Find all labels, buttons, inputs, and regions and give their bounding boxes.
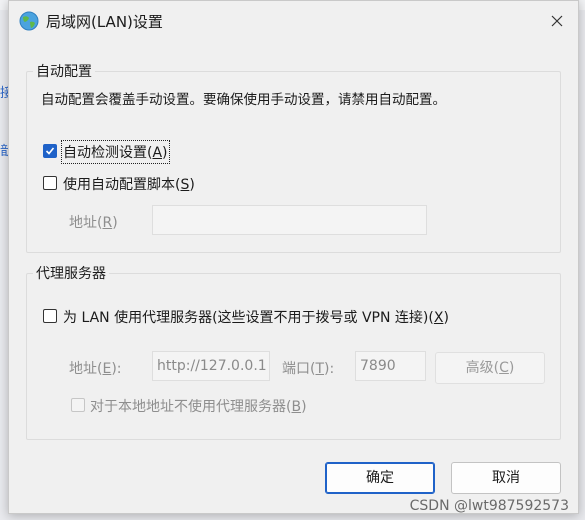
watermark: CSDN @lwt987592573 xyxy=(409,498,569,514)
proxy-port-label: 端口(T): xyxy=(282,361,335,377)
close-icon xyxy=(551,15,563,27)
auto-config-legend: 自动配置 xyxy=(36,64,92,80)
close-button[interactable] xyxy=(542,7,572,35)
script-address-input[interactable] xyxy=(152,205,427,235)
use-proxy-label[interactable]: 为 LAN 使用代理服务器(这些设置不用于拨号或 VPN 连接)(X) xyxy=(63,307,449,327)
lan-settings-dialog: 局域网(LAN)设置 自动配置 自动配置会覆盖手动设置。要确保使用手动设置，请禁… xyxy=(8,0,579,514)
use-script-label[interactable]: 使用自动配置脚本(S) xyxy=(63,174,195,194)
proxy-port-input[interactable]: 7890 xyxy=(355,351,426,381)
globe-icon xyxy=(19,11,39,31)
bypass-local-label[interactable]: 对于本地地址不使用代理服务器(B) xyxy=(90,396,307,416)
use-script-checkbox[interactable] xyxy=(43,176,57,190)
title-bar: 局域网(LAN)设置 xyxy=(9,1,578,41)
proxy-legend: 代理服务器 xyxy=(36,266,106,282)
ok-button[interactable]: 确定 xyxy=(325,462,435,494)
advanced-button[interactable]: 高级(C) xyxy=(435,352,545,384)
script-address-label: 地址(R) xyxy=(69,215,118,231)
bypass-local-checkbox[interactable] xyxy=(71,398,85,412)
proxy-address-input[interactable]: http://127.0.0.1 xyxy=(152,351,270,381)
proxy-address-label: 地址(E): xyxy=(69,361,122,377)
checkmark-icon xyxy=(45,147,55,155)
dialog-title: 局域网(LAN)设置 xyxy=(46,13,163,31)
use-proxy-checkbox[interactable] xyxy=(43,309,57,323)
auto-config-notice: 自动配置会覆盖手动设置。要确保使用手动设置，请禁用自动配置。 xyxy=(41,92,446,108)
cancel-button[interactable]: 取消 xyxy=(451,462,561,494)
auto-detect-checkbox[interactable] xyxy=(43,144,57,158)
auto-detect-label[interactable]: 自动检测设置(A) xyxy=(61,140,170,164)
